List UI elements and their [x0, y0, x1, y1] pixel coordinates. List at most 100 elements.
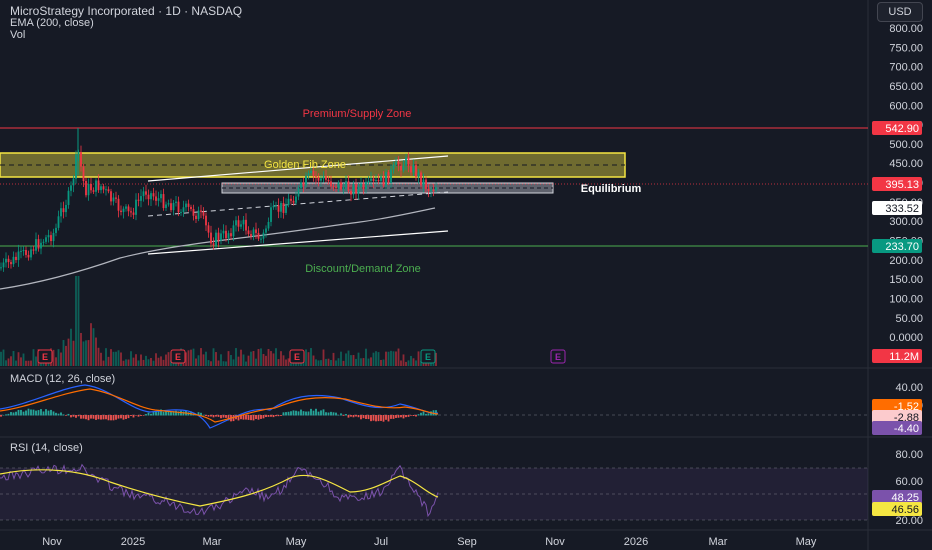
macd-histogram-bar	[215, 415, 217, 417]
currency-button[interactable]: USD	[877, 2, 923, 22]
macd-histogram-bar	[320, 410, 322, 416]
macd-histogram-bar	[340, 413, 342, 416]
earnings-marker-label: E	[294, 352, 300, 362]
macd-histogram-bar	[260, 415, 262, 419]
macd-histogram-bar	[80, 415, 82, 419]
macd-histogram	[0, 408, 437, 422]
candle-body	[327, 179, 330, 182]
macd-histogram-bar	[415, 415, 417, 417]
volume-bar	[132, 357, 135, 366]
candle-body	[112, 197, 115, 202]
macd-histogram-bar	[225, 415, 227, 418]
candle-body	[177, 201, 180, 213]
candle-body	[375, 179, 377, 182]
candle-body	[247, 230, 250, 235]
macd-histogram-bar	[412, 415, 415, 416]
candle-body	[95, 180, 97, 192]
rsi-tick: 80.00	[895, 449, 923, 461]
candle-body	[25, 250, 27, 255]
candle-body	[307, 173, 310, 176]
macd-histogram-bar	[70, 415, 72, 418]
candle-body	[92, 190, 95, 192]
macd-histogram-bar	[60, 412, 62, 416]
macd-histogram-bar	[270, 415, 272, 417]
macd-histogram-bar	[290, 411, 292, 416]
earnings-marker-label: E	[425, 352, 431, 362]
ema-legend: EMA (200, close)	[10, 17, 94, 29]
chart-canvas[interactable]: E E E E E Premium/Supply Zone Golden Fib Zone E…	[0, 0, 932, 550]
demand-price-badge-text: 233.70	[885, 241, 919, 253]
candle-body	[417, 172, 420, 177]
volume-bar	[105, 348, 107, 366]
candle-body	[15, 256, 17, 261]
macd-histogram-bar	[110, 415, 112, 421]
macd-histogram-bar	[212, 415, 215, 418]
macd-histogram-bar	[357, 415, 360, 418]
volume-bar	[347, 350, 350, 366]
candle-body	[17, 251, 20, 261]
candle-body	[347, 181, 350, 191]
macd-histogram-bar	[202, 414, 205, 416]
volume-bar	[380, 359, 382, 366]
volume-bar	[340, 351, 342, 366]
candle-body	[175, 201, 177, 203]
macd-histogram-bar	[217, 415, 220, 417]
volume-bar	[270, 351, 272, 366]
premium-price-badge-text: 542.90	[885, 123, 919, 135]
volume-bar	[15, 360, 17, 366]
candle-body	[67, 190, 70, 205]
candle-body	[35, 239, 37, 251]
macd-histogram-bar	[30, 409, 32, 416]
price-tick: 700.00	[889, 62, 923, 74]
volume-bar	[162, 359, 165, 366]
macd-histogram-bar	[150, 413, 152, 416]
rsi-tick: 60.00	[895, 476, 923, 488]
candle-body	[302, 182, 305, 186]
volume-bar	[260, 348, 262, 366]
volume-bar	[195, 358, 197, 366]
macd-histogram-bar	[100, 415, 102, 420]
volume-bar	[137, 360, 140, 366]
volume-bar	[82, 341, 85, 366]
volume-bar	[280, 351, 282, 366]
premium-zone-label: Premium/Supply Zone	[303, 108, 412, 120]
macd-histogram-bar	[360, 415, 362, 420]
candle-body	[55, 227, 57, 233]
macd-histogram-bar	[40, 409, 42, 416]
volume-bar	[325, 358, 327, 366]
candle-body	[2, 262, 5, 268]
candle-body	[172, 202, 175, 211]
macd-histogram-bar	[257, 415, 260, 420]
volume-legend: Vol	[10, 29, 26, 41]
candle-body	[57, 216, 60, 228]
macd-histogram-bar	[427, 413, 430, 416]
macd-histogram-bar	[97, 415, 100, 420]
volume-bar	[97, 347, 100, 366]
macd-histogram-bar	[252, 415, 255, 421]
macd-histogram-bar	[92, 415, 95, 419]
macd-histogram-bar	[20, 409, 22, 416]
volume-bar	[250, 351, 252, 366]
macd-histogram-bar	[315, 408, 317, 416]
volume-bar	[350, 355, 352, 366]
time-axis-label: Sep	[457, 536, 477, 548]
candle-body	[335, 186, 337, 188]
macd-histogram-bar	[285, 412, 287, 416]
macd-histogram-bar	[210, 415, 212, 417]
candle-body	[280, 203, 282, 212]
volume-bar	[107, 356, 110, 366]
volume-bar	[305, 349, 307, 366]
candle-body	[355, 184, 357, 194]
macd-histogram-bar	[400, 415, 402, 418]
volume-bar	[222, 361, 225, 366]
volume-bar	[220, 354, 222, 366]
time-axis-label: Jul	[374, 536, 388, 548]
rsi-tick: 20.00	[895, 515, 923, 527]
macd-histogram-bar	[330, 411, 332, 416]
candle-body	[260, 238, 262, 240]
candle-body	[75, 154, 77, 179]
volume-bar	[95, 337, 97, 366]
macd-histogram-bar	[372, 415, 375, 421]
macd-histogram-bar	[115, 415, 117, 420]
candle-body	[377, 179, 380, 182]
